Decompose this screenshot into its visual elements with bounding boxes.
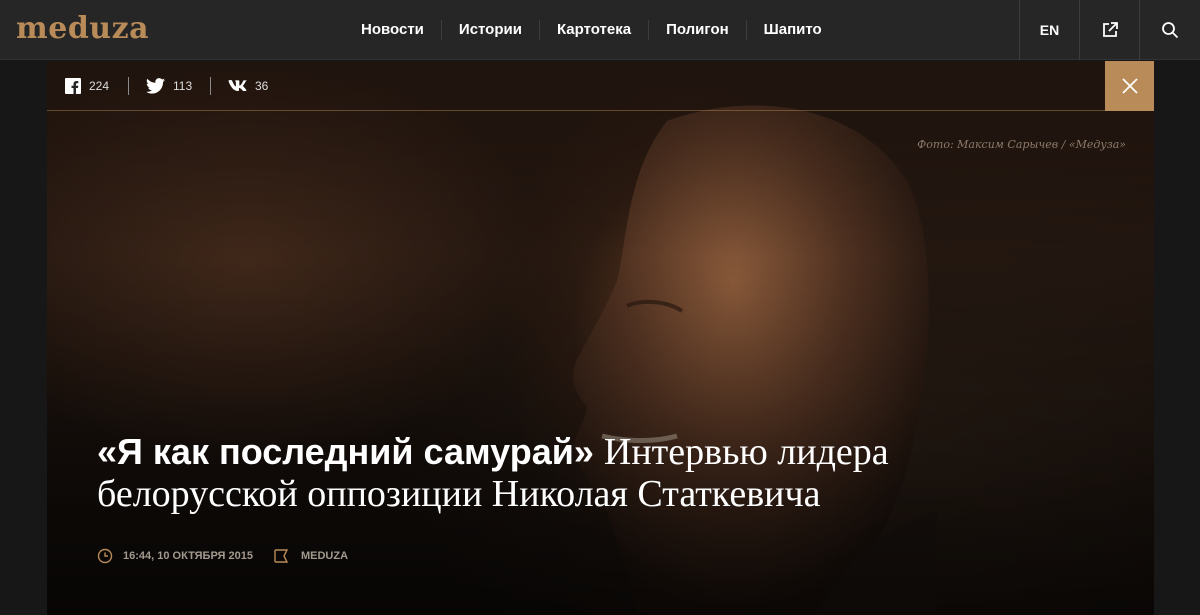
search-button[interactable] — [1139, 0, 1199, 60]
main-nav: Новости Истории Картотека Полигон Шапито — [344, 0, 839, 60]
nav-item-card-index[interactable]: Картотека — [538, 20, 648, 40]
clock-icon — [97, 548, 113, 564]
photo-credit: Фото: Максим Сарычев / «Медуза» — [917, 138, 1126, 151]
facebook-icon — [65, 78, 81, 94]
language-switch-button[interactable]: EN — [1019, 0, 1079, 60]
vk-share-count: 36 — [255, 79, 269, 93]
twitter-share-button[interactable]: 113 — [146, 76, 192, 96]
twitter-share-count: 113 — [173, 79, 193, 93]
facebook-share-button[interactable]: 224 — [65, 76, 109, 96]
publish-date: 16:44, 10 октября 2015 — [123, 550, 253, 562]
facebook-share-count: 224 — [89, 79, 110, 93]
share-divider — [128, 77, 129, 95]
external-link-icon — [1102, 22, 1118, 37]
close-icon — [1121, 78, 1138, 94]
close-button[interactable] — [1105, 61, 1154, 111]
headline-quote: «Я как последний самурай» — [97, 431, 594, 472]
nav-item-shapito[interactable]: Шапито — [745, 20, 839, 40]
article-source[interactable]: MEDUZA — [301, 550, 348, 562]
meduza-logo[interactable]: meduza — [16, 12, 149, 46]
article-hero: 224 113 36 Фото: Максим Сарычев / «Медуз… — [47, 61, 1154, 615]
top-bar: meduza Новости Истории Картотека Полигон… — [0, 0, 1200, 60]
nav-item-stories[interactable]: Истории — [440, 20, 539, 40]
vk-icon — [228, 80, 247, 91]
vk-share-button[interactable]: 36 — [227, 76, 268, 96]
share-divider — [210, 77, 211, 95]
search-icon — [1161, 22, 1178, 39]
twitter-icon — [146, 78, 165, 94]
nav-item-news[interactable]: Новости — [344, 20, 441, 40]
source-flag-icon — [274, 549, 289, 563]
external-link-button[interactable] — [1079, 0, 1139, 60]
nav-item-polygon[interactable]: Полигон — [648, 20, 746, 40]
article-meta: 16:44, 10 октября 2015 MEDUZA — [97, 548, 348, 564]
article-headline: «Я как последний самурай» Интервью лидер… — [97, 431, 1097, 515]
share-bar: 224 113 36 — [47, 61, 1154, 111]
